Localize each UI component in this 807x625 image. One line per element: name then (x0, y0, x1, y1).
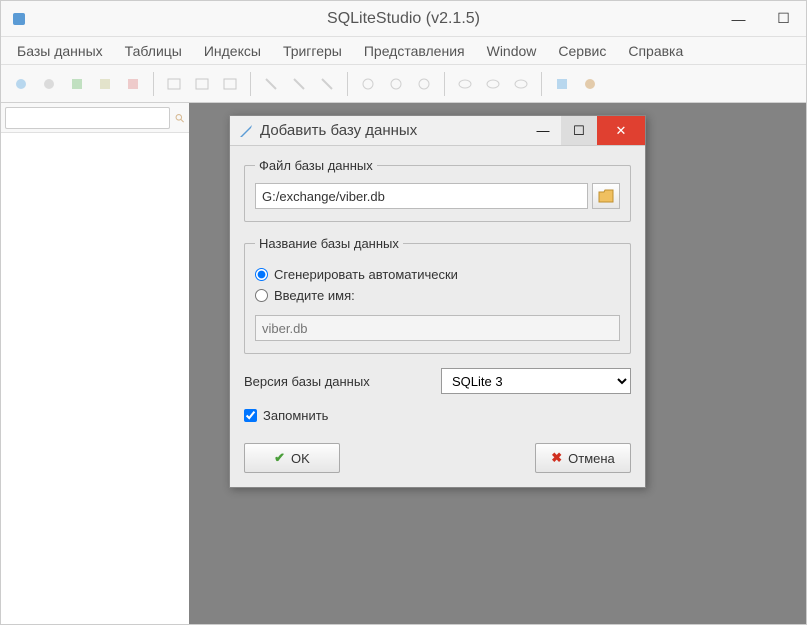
tool-table-icon[interactable] (162, 72, 186, 96)
toolbar (1, 65, 806, 103)
menu-triggers[interactable]: Триггеры (273, 39, 352, 63)
folder-icon (598, 189, 614, 203)
file-fieldset: Файл базы данных (244, 158, 631, 222)
ok-label: OK (291, 451, 310, 466)
window-title: SQLiteStudio (v2.1.5) (327, 10, 480, 28)
tool-trigger3-icon[interactable] (412, 72, 436, 96)
radio-auto-label: Сгенерировать автоматически (274, 267, 458, 282)
menu-service[interactable]: Сервис (548, 39, 616, 63)
tool-edit-db-icon[interactable] (93, 72, 117, 96)
cancel-label: Отмена (568, 451, 615, 466)
ok-button[interactable]: ✔ OK (244, 443, 340, 473)
tool-view3-icon[interactable] (509, 72, 533, 96)
content-area: Добавить базу данных — ☐ ✕ Файл базы дан… (1, 103, 806, 624)
version-select[interactable]: SQLite 3 (441, 368, 631, 394)
radio-manual[interactable] (255, 289, 268, 302)
dialog-body: Файл базы данных Название базы данных (230, 146, 645, 487)
browse-button[interactable] (592, 183, 620, 209)
tool-index-icon[interactable] (259, 72, 283, 96)
remember-label: Запомнить (263, 408, 328, 423)
main-titlebar: SQLiteStudio (v2.1.5) — ☐ (1, 1, 806, 37)
dialog-controls: — ☐ ✕ (525, 116, 645, 145)
tool-table-edit-icon[interactable] (190, 72, 214, 96)
dialog-maximize-button[interactable]: ☐ (561, 116, 597, 145)
menu-views[interactable]: Представления (354, 39, 475, 63)
tool-index3-icon[interactable] (315, 72, 339, 96)
file-path-input[interactable] (255, 183, 588, 209)
minimize-button[interactable]: — (716, 1, 761, 36)
workspace: Добавить базу данных — ☐ ✕ Файл базы дан… (189, 103, 806, 624)
menu-databases[interactable]: Базы данных (7, 39, 113, 63)
feather-icon (238, 123, 254, 139)
menu-indexes[interactable]: Индексы (194, 39, 271, 63)
sidebar-filter-input[interactable] (5, 107, 170, 129)
version-row: Версия базы данных SQLite 3 (244, 368, 631, 394)
sidebar (1, 103, 189, 624)
tool-view2-icon[interactable] (481, 72, 505, 96)
remember-row[interactable]: Запомнить (244, 408, 631, 423)
menu-tables[interactable]: Таблицы (115, 39, 192, 63)
toolbar-separator (444, 72, 445, 96)
tool-sql-icon[interactable] (550, 72, 574, 96)
menubar: Базы данных Таблицы Индексы Триггеры Пре… (1, 37, 806, 65)
tool-index2-icon[interactable] (287, 72, 311, 96)
tool-disconnect-icon[interactable] (37, 72, 61, 96)
remember-checkbox[interactable] (244, 409, 257, 422)
name-fieldset: Название базы данных Сгенерировать автом… (244, 236, 631, 354)
radio-manual-label: Введите имя: (274, 288, 355, 303)
file-legend: Файл базы данных (255, 158, 377, 173)
tool-table-del-icon[interactable] (218, 72, 242, 96)
toolbar-separator (153, 72, 154, 96)
add-database-dialog: Добавить базу данных — ☐ ✕ Файл базы дан… (229, 115, 646, 488)
main-window: SQLiteStudio (v2.1.5) — ☐ Базы данных Та… (0, 0, 807, 625)
tool-view-icon[interactable] (453, 72, 477, 96)
tool-trigger-icon[interactable] (356, 72, 380, 96)
dialog-titlebar[interactable]: Добавить базу данных — ☐ ✕ (230, 116, 645, 146)
search-icon[interactable] (174, 109, 185, 127)
dialog-title: Добавить базу данных (260, 122, 525, 139)
db-name-input[interactable] (255, 315, 620, 341)
tool-trigger2-icon[interactable] (384, 72, 408, 96)
tool-config-icon[interactable] (578, 72, 602, 96)
dialog-close-button[interactable]: ✕ (597, 116, 645, 145)
dialog-buttons: ✔ OK ✖ Отмена (244, 443, 631, 473)
tool-connect-icon[interactable] (9, 72, 33, 96)
maximize-button[interactable]: ☐ (761, 1, 806, 36)
radio-auto[interactable] (255, 268, 268, 281)
database-tree[interactable] (1, 133, 189, 624)
toolbar-separator (347, 72, 348, 96)
cancel-button[interactable]: ✖ Отмена (535, 443, 631, 473)
toolbar-separator (541, 72, 542, 96)
sidebar-search (1, 103, 189, 133)
version-label: Версия базы данных (244, 374, 421, 389)
window-controls: — ☐ (716, 1, 806, 36)
menu-window[interactable]: Window (477, 39, 547, 63)
check-icon: ✔ (274, 450, 285, 466)
tool-add-db-icon[interactable] (65, 72, 89, 96)
app-icon (11, 11, 27, 27)
radio-manual-row[interactable]: Введите имя: (255, 288, 620, 303)
dialog-minimize-button[interactable]: — (525, 116, 561, 145)
tool-remove-db-icon[interactable] (121, 72, 145, 96)
name-legend: Название базы данных (255, 236, 403, 251)
radio-auto-row[interactable]: Сгенерировать автоматически (255, 267, 620, 282)
cross-icon: ✖ (551, 450, 562, 466)
toolbar-separator (250, 72, 251, 96)
menu-help[interactable]: Справка (618, 39, 693, 63)
